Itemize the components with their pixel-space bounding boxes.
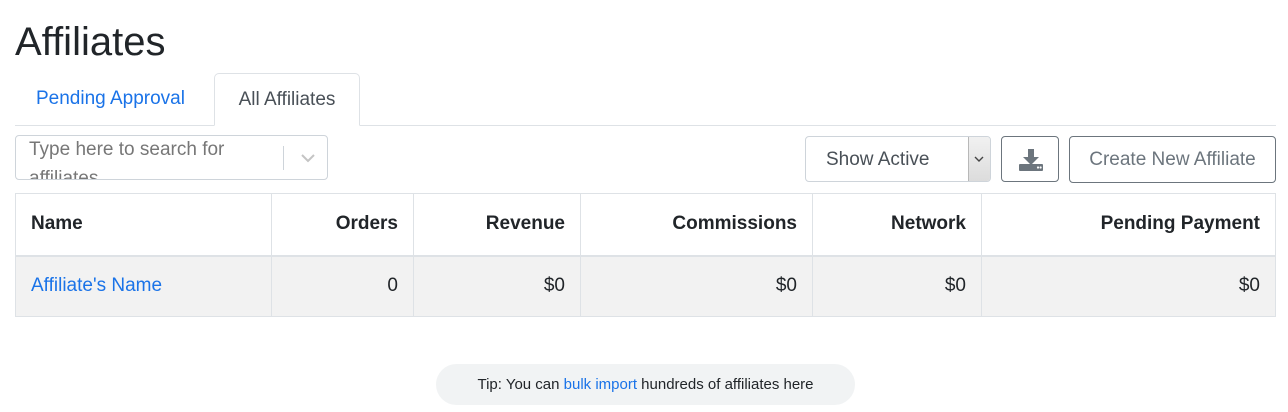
download-icon <box>1019 149 1043 171</box>
affiliates-table: Name Orders Revenue Commissions Network … <box>15 193 1276 317</box>
tab-bar: Pending Approval All Affiliates <box>15 73 1276 126</box>
download-button[interactable] <box>1001 136 1059 182</box>
affiliate-name-link[interactable]: Affiliate's Name <box>31 275 162 296</box>
cell-network: $0 <box>812 255 982 317</box>
search-divider <box>283 146 284 170</box>
column-header-commissions[interactable]: Commissions <box>580 193 813 257</box>
column-header-orders[interactable]: Orders <box>271 193 414 257</box>
cell-name: Affiliate's Name <box>15 255 272 317</box>
search-input[interactable]: Type here to search for affiliates <box>29 136 269 179</box>
bulk-import-tip: Tip: You can bulk import hundreds of aff… <box>436 364 855 405</box>
tip-suffix: hundreds of affiliates here <box>637 376 814 393</box>
column-header-revenue[interactable]: Revenue <box>413 193 581 257</box>
tab-pending-approval[interactable]: Pending Approval <box>15 73 213 125</box>
cell-pending-payment: $0 <box>981 255 1276 317</box>
table-row: Affiliate's Name 0 $0 $0 $0 $0 <box>15 255 1276 317</box>
affiliates-page: Affiliates Pending Approval All Affiliat… <box>0 0 1288 412</box>
select-arrow-icon[interactable] <box>968 137 990 181</box>
cell-revenue: $0 <box>413 255 581 317</box>
tip-prefix: Tip: You can <box>477 376 564 393</box>
status-filter-select[interactable]: Show Active <box>805 136 991 182</box>
column-header-network[interactable]: Network <box>812 193 982 257</box>
create-new-affiliate-button[interactable]: Create New Affiliate <box>1069 136 1276 183</box>
page-title: Affiliates <box>15 20 166 64</box>
table-header-row: Name Orders Revenue Commissions Network … <box>15 193 1276 257</box>
cell-orders: 0 <box>271 255 414 317</box>
status-filter-value: Show Active <box>826 149 930 170</box>
cell-commissions: $0 <box>580 255 813 317</box>
column-header-pending-payment[interactable]: Pending Payment <box>981 193 1276 257</box>
tab-all-affiliates[interactable]: All Affiliates <box>214 73 360 126</box>
affiliate-search[interactable]: Type here to search for affiliates <box>15 135 328 180</box>
chevron-down-icon[interactable] <box>296 146 320 170</box>
column-header-name[interactable]: Name <box>15 193 272 257</box>
bulk-import-link[interactable]: bulk import <box>564 376 637 393</box>
